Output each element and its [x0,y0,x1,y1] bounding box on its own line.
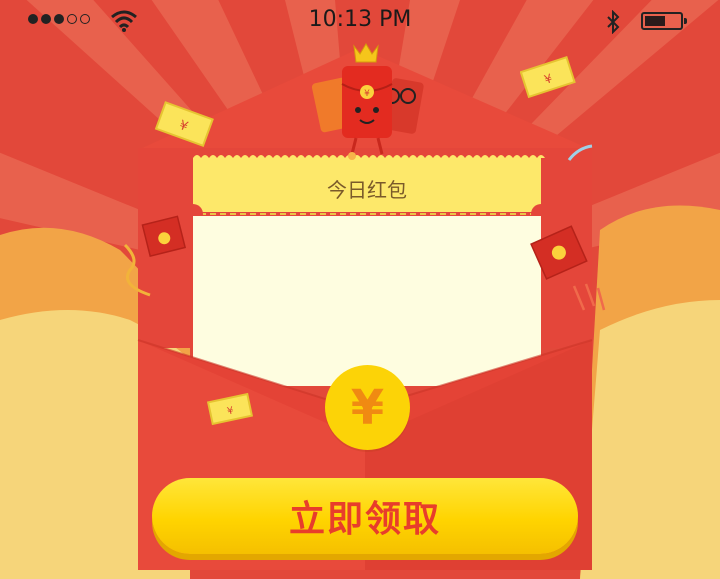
claim-now-button[interactable]: 立即领取 [152,478,578,554]
battery-icon [641,12,687,30]
mascot-envelopes-icon: ¥ [311,43,424,160]
flying-note-icon: ¥ [154,101,214,148]
confetti-icon [123,243,151,297]
confetti-icon [572,283,606,311]
yuan-coin-icon: ¥ [325,365,410,450]
ticket-title: 今日红包 [327,177,407,202]
battery-level [645,16,666,26]
confetti-icon [567,144,593,161]
status-bar: 10:13 PM [0,0,720,42]
envelope-content-card [196,222,538,362]
flying-note-icon: ¥ [206,392,254,426]
claim-button-label: 立即领取 [288,499,441,540]
flying-note-icon: ¥ [520,56,576,99]
mascot-glyph: ¥ [364,89,370,99]
coin-symbol: ¥ [350,379,385,436]
bluetooth-icon [607,10,620,34]
